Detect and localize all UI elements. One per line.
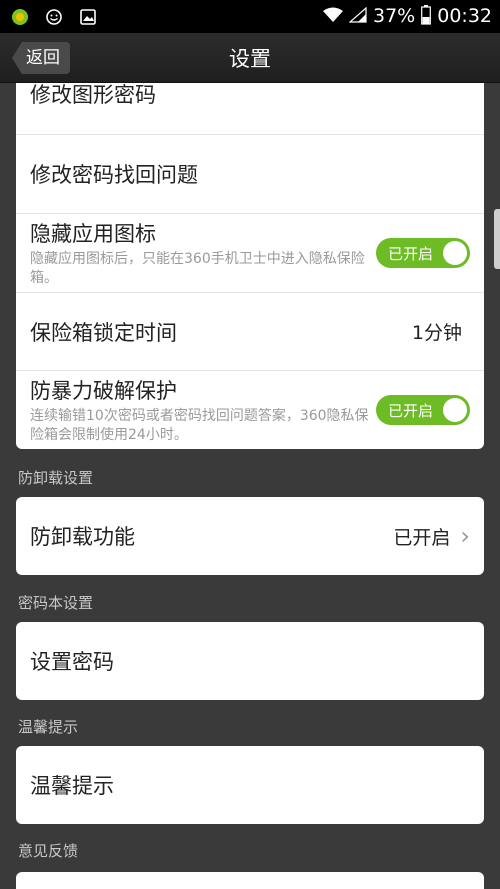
list-item-change-recovery-question[interactable]: 修改密码找回问题 <box>16 135 484 214</box>
list-item-title: 保险箱锁定时间 <box>30 320 177 345</box>
app-360-icon <box>10 7 30 27</box>
toggle-label: 已开启 <box>388 245 434 263</box>
list-item-subtitle: 隐藏应用图标后，只能在360手机卫士中进入隐私保险箱。 <box>30 251 365 286</box>
lock-time-value: 1分钟 <box>411 322 462 344</box>
list-item-title: 修改图形密码 <box>30 83 156 107</box>
password-book-card: 设置密码 <box>16 622 484 700</box>
smiley-icon <box>44 7 64 27</box>
list-item-hide-app-icon[interactable]: 隐藏应用图标 隐藏应用图标后，只能在360手机卫士中进入隐私保险箱。 已开启 <box>16 214 484 293</box>
scrollbar[interactable] <box>494 209 500 269</box>
toggle-label: 已开启 <box>388 402 434 420</box>
section-header-uninstall: 防卸载设置 <box>18 469 94 487</box>
back-arrow-icon <box>12 42 22 74</box>
wifi-icon <box>323 7 343 27</box>
status-bar: 37% 00:32 <box>0 0 500 33</box>
list-item-subtitle: 连续输错10次密码或者密码找回问题答案，360隐私保险箱会限制使用24小时。 <box>30 408 369 443</box>
settings-list[interactable]: 修改图形密码 修改密码找回问题 隐藏应用图标 隐藏应用图标后，只能在360手机卫… <box>0 83 500 889</box>
uninstall-card: 防卸载功能 已开启 › <box>16 497 484 575</box>
section-header-feedback: 意见反馈 <box>18 842 79 860</box>
back-button[interactable]: 返回 <box>12 42 70 74</box>
list-item-change-pattern-password[interactable]: 修改图形密码 <box>16 83 484 135</box>
hide-app-icon-toggle[interactable]: 已开启 <box>376 238 470 268</box>
list-item-title: 设置密码 <box>30 650 114 674</box>
page-title: 设置 <box>229 46 271 71</box>
back-label: 返回 <box>22 42 70 74</box>
section-header-password-book: 密码本设置 <box>18 594 94 612</box>
list-item-title: 隐藏应用图标 <box>30 222 156 246</box>
list-item-title: 防暴力破解保护 <box>30 379 177 403</box>
signal-icon <box>348 6 367 27</box>
list-item-lock-time[interactable]: 保险箱锁定时间 1分钟 <box>16 293 484 371</box>
feedback-card[interactable] <box>16 872 484 889</box>
list-item-tips[interactable]: 温馨提示 <box>16 746 484 824</box>
list-item-title: 温馨提示 <box>30 774 114 798</box>
battery-icon <box>421 4 432 29</box>
list-item-anti-uninstall[interactable]: 防卸载功能 已开启 › <box>16 497 484 575</box>
brute-force-toggle[interactable]: 已开启 <box>376 395 470 425</box>
battery-percent: 37% <box>373 5 416 27</box>
list-item-title: 修改密码找回问题 <box>30 163 198 187</box>
clock: 00:32 <box>437 5 492 27</box>
anti-uninstall-value: 已开启 <box>393 526 451 549</box>
list-item-title: 防卸载功能 <box>30 525 135 549</box>
list-item-set-password[interactable]: 设置密码 <box>16 622 484 700</box>
image-icon <box>78 7 98 27</box>
chevron-right-icon: › <box>460 522 470 550</box>
toggle-knob <box>443 398 467 422</box>
list-item-brute-force-protection[interactable]: 防暴力破解保护 连续输错10次密码或者密码找回问题答案，360隐私保险箱会限制使… <box>16 371 484 449</box>
privacy-settings-card: 修改图形密码 修改密码找回问题 隐藏应用图标 隐藏应用图标后，只能在360手机卫… <box>16 83 484 449</box>
tips-card: 温馨提示 <box>16 746 484 824</box>
title-bar: 返回 设置 <box>0 33 500 83</box>
toggle-knob <box>443 241 467 265</box>
section-header-tips: 温馨提示 <box>18 718 79 736</box>
